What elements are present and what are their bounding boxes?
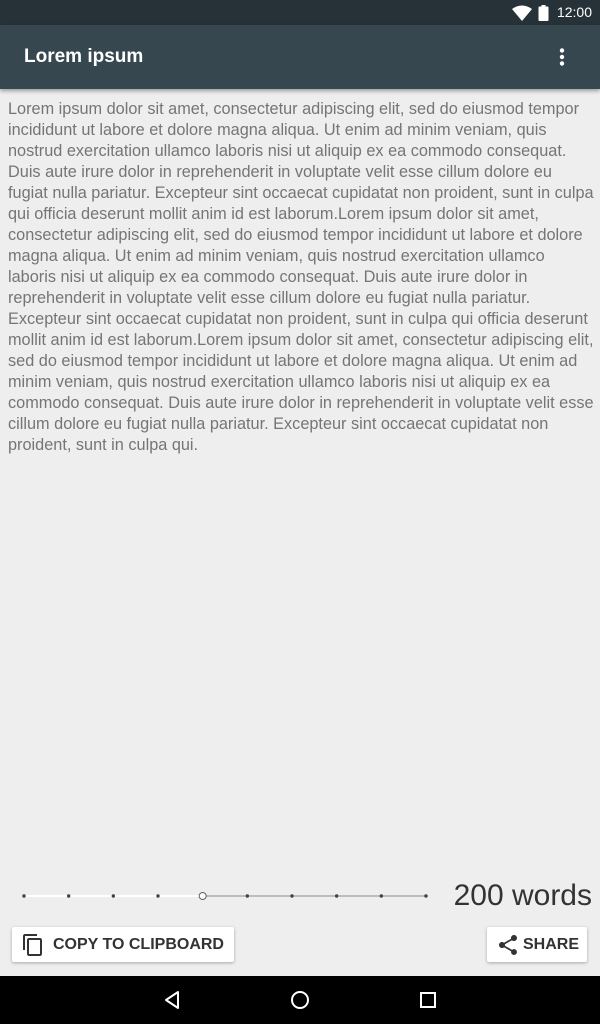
status-bar: 12:00 [0,0,600,25]
content-copy-icon [21,933,45,957]
battery-icon [538,5,549,26]
share-icon [496,933,520,957]
share-button-label: SHARE [523,935,580,953]
copy-button-label: COPY TO CLIPBOARD [53,935,224,953]
share-button[interactable]: SHARE [487,927,587,962]
status-time: 12:00 [556,4,592,20]
back-icon[interactable] [160,988,184,1012]
wifi-icon [512,5,532,26]
more-vert-icon[interactable] [548,42,576,72]
slider-tick[interactable] [334,894,339,898]
slider-tick[interactable] [22,894,26,898]
slider-tick[interactable] [111,894,116,898]
slider-tick[interactable] [245,894,250,898]
lorem-text: Lorem ipsum dolor sit amet, consectetur … [8,100,594,454]
word-count-label: 200 words [453,879,592,912]
slider-tick[interactable] [66,894,71,898]
slider-tick[interactable] [156,894,160,898]
slider-tick[interactable] [290,894,294,898]
slider-tick[interactable] [379,894,384,898]
app-bar: Lorem ipsum [0,25,600,89]
page-title: Lorem ipsum [24,46,144,67]
home-icon[interactable] [288,988,312,1012]
navigation-bar [0,976,600,1024]
slider-tick[interactable] [424,894,428,898]
word-count-slider[interactable] [14,880,434,912]
copy-to-clipboard-button[interactable]: COPY TO CLIPBOARD [12,927,234,962]
slider-thumb[interactable] [198,892,207,900]
recents-icon[interactable] [416,988,440,1012]
